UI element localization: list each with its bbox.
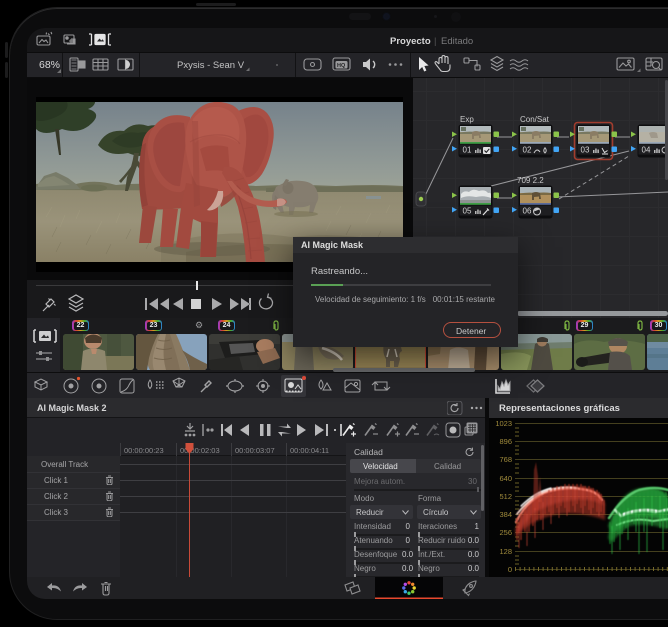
svg-text:256: 256 (499, 528, 512, 537)
svg-text:Con/Sat: Con/Sat (520, 115, 550, 124)
svg-text:128: 128 (499, 547, 512, 556)
svg-text:896: 896 (499, 437, 512, 446)
svg-text:01: 01 (463, 146, 472, 155)
svg-text:06: 06 (523, 207, 532, 216)
svg-text:05: 05 (463, 207, 472, 216)
svg-text:02: 02 (523, 146, 532, 155)
svg-text:512: 512 (499, 492, 512, 501)
svg-text:HQ: HQ (337, 63, 346, 69)
svg-text:640: 640 (499, 474, 512, 483)
svg-text:709 2.2: 709 2.2 (517, 176, 544, 185)
svg-text:03: 03 (581, 146, 590, 155)
svg-text:0: 0 (508, 565, 512, 574)
svg-text:1023: 1023 (495, 419, 512, 428)
svg-text:Exp: Exp (460, 115, 474, 124)
svg-text:768: 768 (499, 455, 512, 464)
svg-text:04: 04 (642, 146, 651, 155)
svg-text:384: 384 (499, 510, 512, 519)
